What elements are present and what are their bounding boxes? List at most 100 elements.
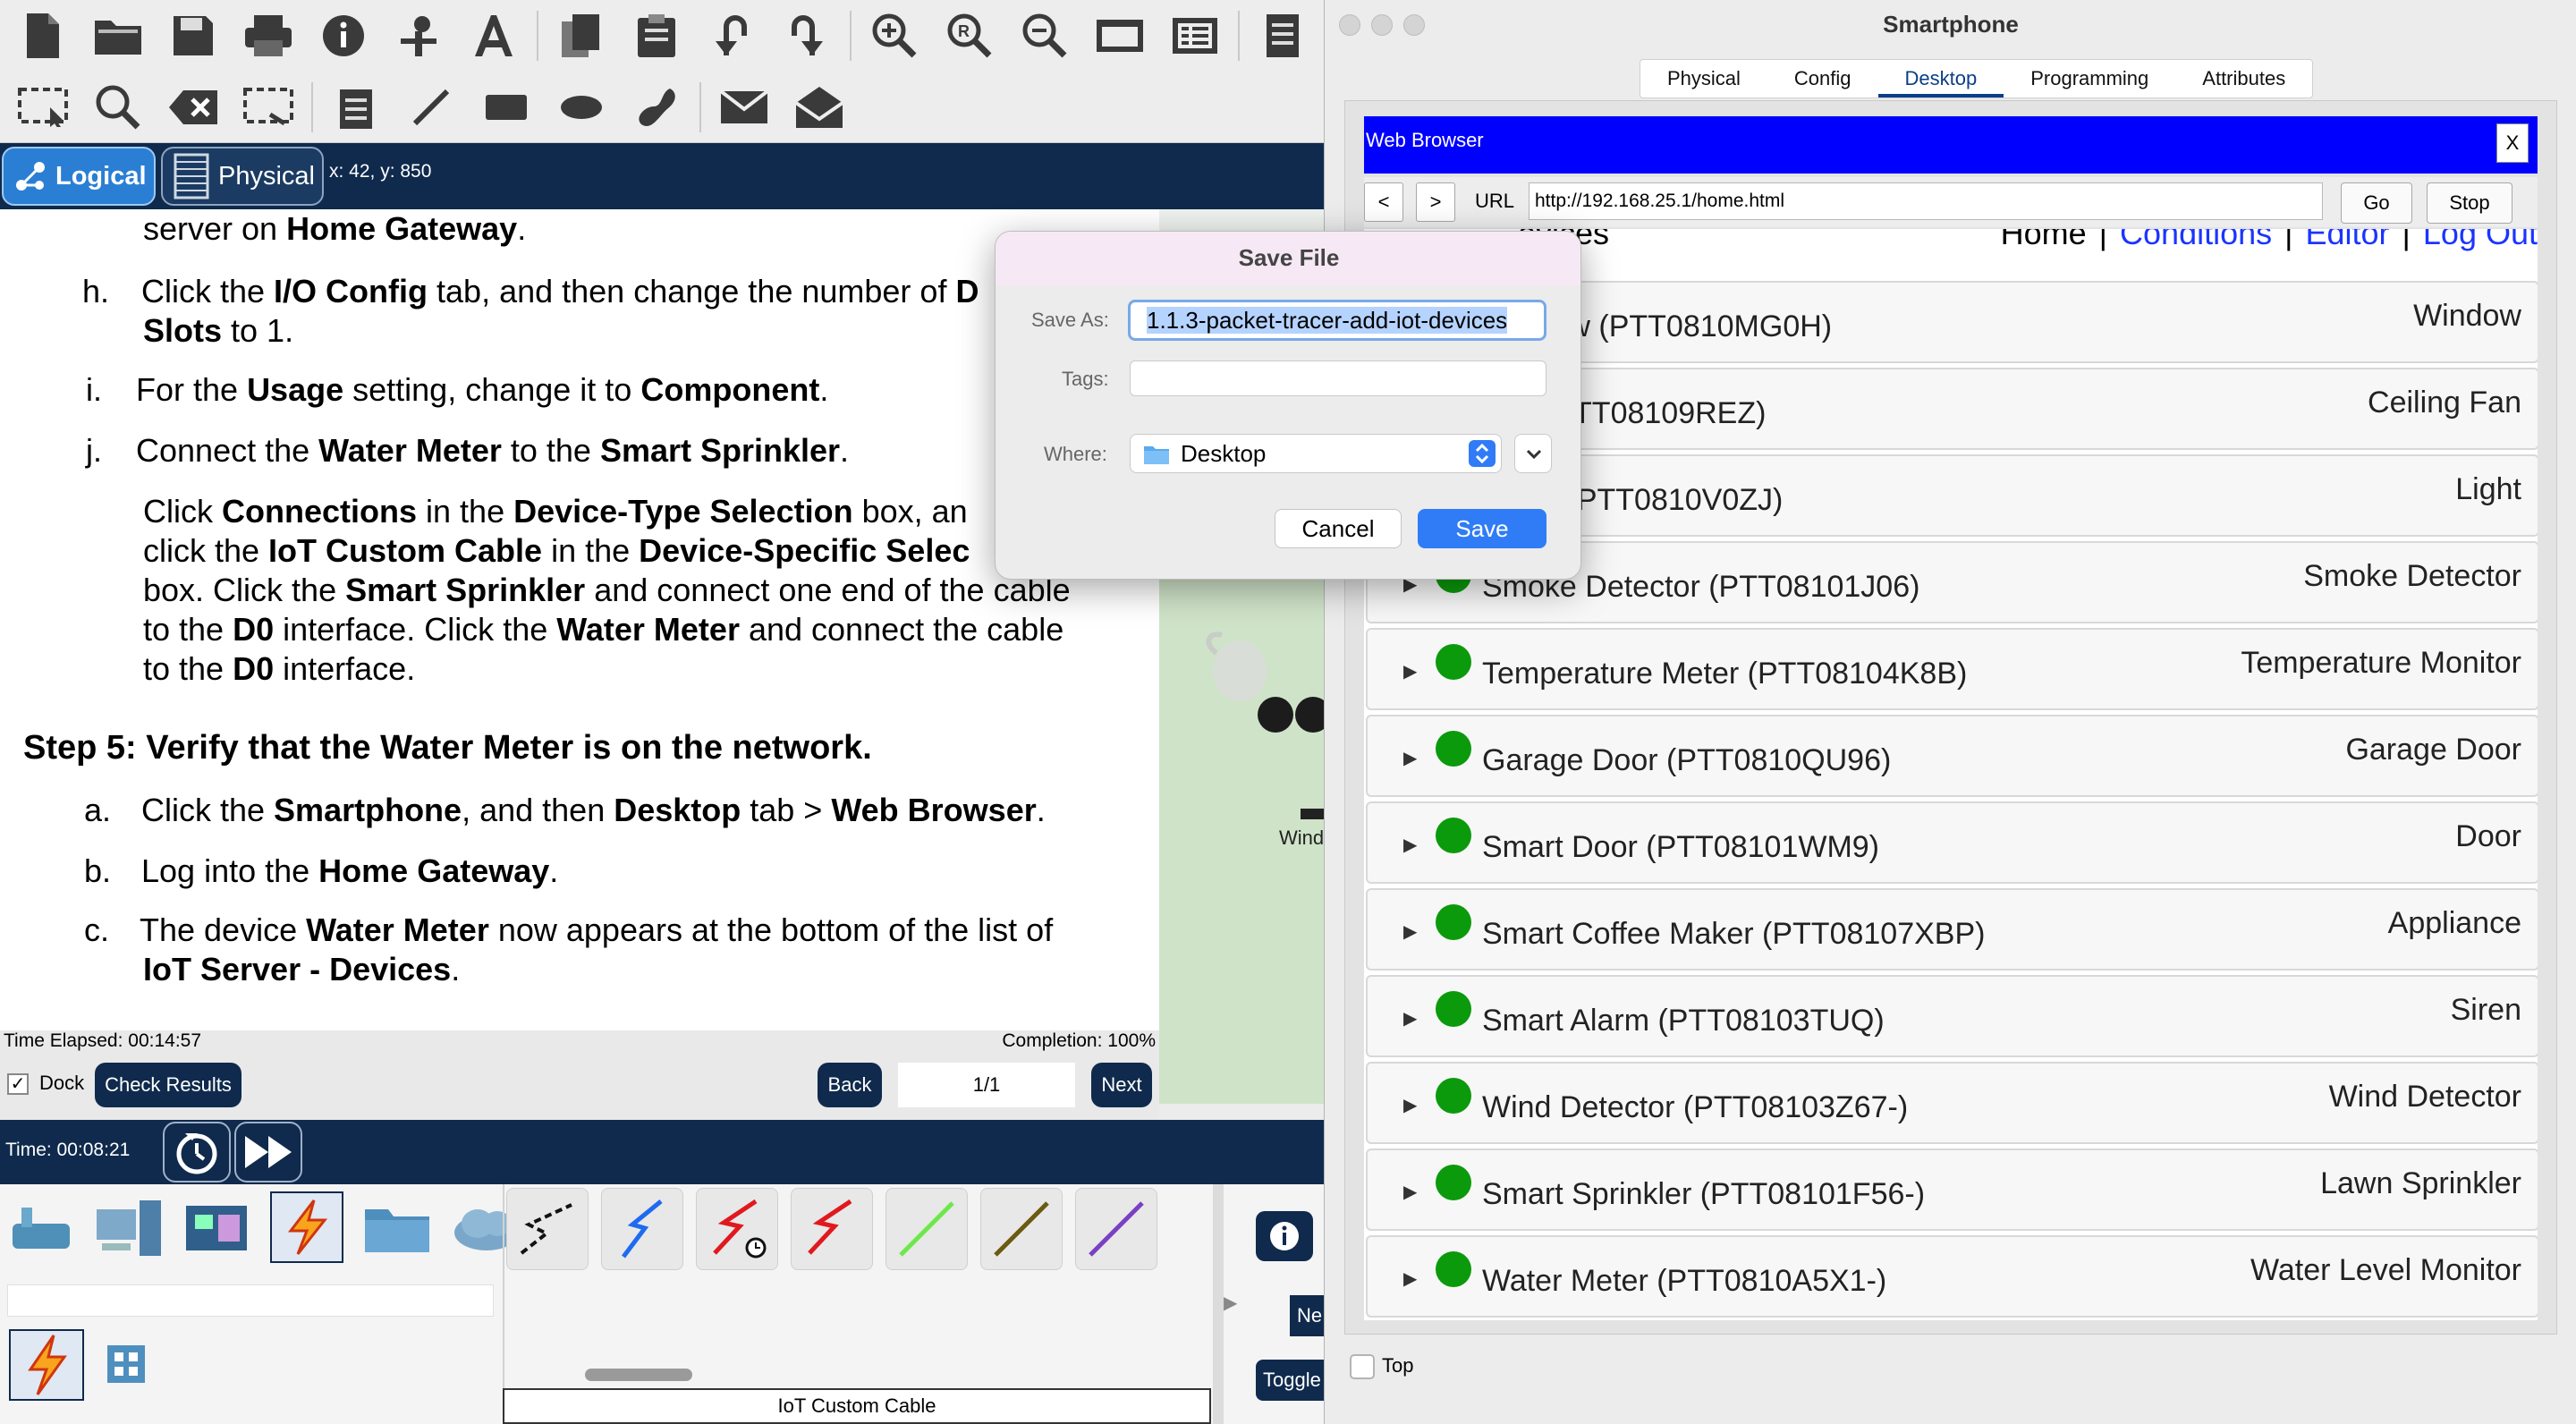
- iot-custom-cable[interactable]: [980, 1188, 1063, 1270]
- components-icon[interactable]: [182, 1197, 250, 1259]
- where-select[interactable]: Desktop: [1130, 434, 1502, 473]
- expand-arrow-icon[interactable]: ▶: [1403, 747, 1417, 769]
- device-row[interactable]: ▶ Temperature Meter (PTT08104K8B) Temperat…: [1366, 628, 2538, 710]
- expand-arrow-icon[interactable]: ▶: [1403, 660, 1417, 682]
- browser-back-button[interactable]: <: [1364, 182, 1403, 222]
- inspect-icon[interactable]: [80, 73, 156, 141]
- browser-close-button[interactable]: X: [2496, 123, 2529, 163]
- open-folder-icon[interactable]: [80, 2, 156, 70]
- connections-category[interactable]: [270, 1191, 343, 1263]
- top-checkbox[interactable]: [1350, 1354, 1375, 1379]
- go-button[interactable]: Go: [2341, 182, 2412, 224]
- note-icon[interactable]: [1245, 2, 1320, 70]
- dock-checkbox[interactable]: ✓: [7, 1073, 29, 1095]
- new-file-icon[interactable]: [5, 2, 80, 70]
- freeform-icon[interactable]: [619, 73, 694, 141]
- undo-icon[interactable]: [694, 2, 769, 70]
- paste-icon[interactable]: [619, 2, 694, 70]
- delete-icon[interactable]: [156, 73, 231, 141]
- device-row[interactable]: ▶ Smart Alarm (PTT08103TUQ) Siren: [1366, 975, 2538, 1057]
- activity-wizard-icon[interactable]: [381, 2, 456, 70]
- add-simple-pdu-icon[interactable]: [707, 73, 782, 141]
- tags-input[interactable]: [1130, 360, 1546, 396]
- status-online-icon: [1436, 731, 1471, 767]
- note-tool-icon[interactable]: [318, 73, 394, 141]
- expand-dialog-button[interactable]: [1514, 434, 1552, 473]
- minimize-window-button[interactable]: [1371, 14, 1393, 36]
- cable-scrollbar[interactable]: [585, 1369, 692, 1381]
- pdu-info-button[interactable]: [1256, 1211, 1313, 1261]
- expand-arrow-icon[interactable]: ▶: [1403, 1267, 1417, 1290]
- automatic-cable[interactable]: [506, 1188, 589, 1270]
- palette-splitter[interactable]: [1213, 1184, 1224, 1424]
- save-as-input[interactable]: 1.1.3-packet-tracer-add-iot-devices: [1128, 300, 1546, 341]
- device-row[interactable]: ▶ Water Meter (PTT0810A5X1-) Water Level M…: [1366, 1235, 2538, 1318]
- url-input[interactable]: http://192.168.25.1/home.html: [1529, 182, 2323, 220]
- window-icon[interactable]: [1082, 2, 1157, 70]
- cancel-button[interactable]: Cancel: [1275, 509, 1402, 548]
- save-icon[interactable]: [156, 2, 231, 70]
- end-devices-icon[interactable]: [95, 1197, 163, 1259]
- rectangle-icon[interactable]: [469, 73, 544, 141]
- nav-conditions-link[interactable]: Conditions: [2120, 229, 2272, 251]
- close-window-button[interactable]: [1339, 14, 1360, 36]
- nav-editor-link[interactable]: Editor: [2306, 229, 2390, 251]
- device-row[interactable]: ▶ Wind Detector (PTT08103Z67-) Wind Detect…: [1366, 1062, 2538, 1144]
- toolbar-separator: [850, 11, 852, 61]
- tab-desktop[interactable]: Desktop: [1877, 60, 2004, 97]
- fast-forward-button[interactable]: [234, 1122, 302, 1182]
- miscellaneous-icon[interactable]: [363, 1197, 431, 1259]
- toggle-pdu-button[interactable]: Toggle: [1256, 1360, 1324, 1401]
- ellipse-icon[interactable]: [544, 73, 619, 141]
- zoom-out-icon[interactable]: [1007, 2, 1082, 70]
- copy-icon[interactable]: [544, 2, 619, 70]
- expand-arrow-icon[interactable]: ▶: [1224, 1292, 1237, 1314]
- new-scenario-button[interactable]: Ne: [1290, 1295, 1324, 1336]
- serial-dte-cable[interactable]: [791, 1188, 873, 1270]
- zoom-window-button[interactable]: [1403, 14, 1425, 36]
- nav-home-link[interactable]: Home: [2001, 229, 2087, 251]
- serial-dce-cable[interactable]: [696, 1188, 778, 1270]
- device-row[interactable]: ▶ Smart Sprinkler (PTT08101F56-) Lawn Spri…: [1366, 1149, 2538, 1231]
- line-icon[interactable]: [394, 73, 469, 141]
- palette-icon[interactable]: [1157, 2, 1233, 70]
- stop-button[interactable]: Stop: [2427, 182, 2512, 224]
- expand-arrow-icon[interactable]: ▶: [1403, 834, 1417, 856]
- redo-icon[interactable]: [769, 2, 844, 70]
- logical-tab[interactable]: Logical: [2, 147, 156, 206]
- instruction-step-letter: c.: [84, 911, 110, 948]
- tab-attributes[interactable]: Attributes: [2175, 60, 2312, 97]
- browser-forward-button[interactable]: >: [1416, 182, 1455, 222]
- font-tool-icon[interactable]: [456, 2, 531, 70]
- console-cable[interactable]: [601, 1188, 683, 1270]
- select-icon[interactable]: [5, 73, 80, 141]
- connections-subcategory[interactable]: [9, 1329, 84, 1401]
- nav-logout-link[interactable]: Log Out: [2423, 229, 2538, 251]
- print-icon[interactable]: [231, 2, 306, 70]
- back-button[interactable]: Back: [818, 1063, 882, 1107]
- device-row[interactable]: ▶ Smart Coffee Maker (PTT08107XBP) Applian…: [1366, 888, 2538, 971]
- resize-icon[interactable]: [231, 73, 306, 141]
- tab-physical[interactable]: Physical: [1640, 60, 1767, 97]
- physical-tab[interactable]: Physical: [161, 147, 324, 206]
- tab-config[interactable]: Config: [1767, 60, 1878, 97]
- usb-cable[interactable]: [1075, 1188, 1157, 1270]
- zoom-in-icon[interactable]: [857, 2, 932, 70]
- tab-programming[interactable]: Programming: [2004, 60, 2175, 97]
- expand-arrow-icon[interactable]: ▶: [1403, 920, 1417, 943]
- check-results-button[interactable]: Check Results: [95, 1063, 242, 1107]
- expand-arrow-icon[interactable]: ▶: [1403, 1007, 1417, 1030]
- reset-time-button[interactable]: [163, 1122, 231, 1182]
- octal-cable[interactable]: [886, 1188, 968, 1270]
- add-complex-pdu-icon[interactable]: [782, 73, 857, 141]
- device-row[interactable]: ▶ Smart Door (PTT08101WM9) Door: [1366, 801, 2538, 884]
- next-button[interactable]: Next: [1091, 1063, 1152, 1107]
- grid-subcategory-icon[interactable]: [106, 1343, 147, 1385]
- expand-arrow-icon[interactable]: ▶: [1403, 1094, 1417, 1116]
- expand-arrow-icon[interactable]: ▶: [1403, 1181, 1417, 1203]
- network-devices-icon[interactable]: [7, 1197, 75, 1259]
- device-row[interactable]: ▶ Garage Door (PTT0810QU96) Garage Door: [1366, 715, 2538, 797]
- info-icon[interactable]: [306, 2, 381, 70]
- save-button[interactable]: Save: [1418, 509, 1546, 548]
- zoom-reset-icon[interactable]: R: [932, 2, 1007, 70]
